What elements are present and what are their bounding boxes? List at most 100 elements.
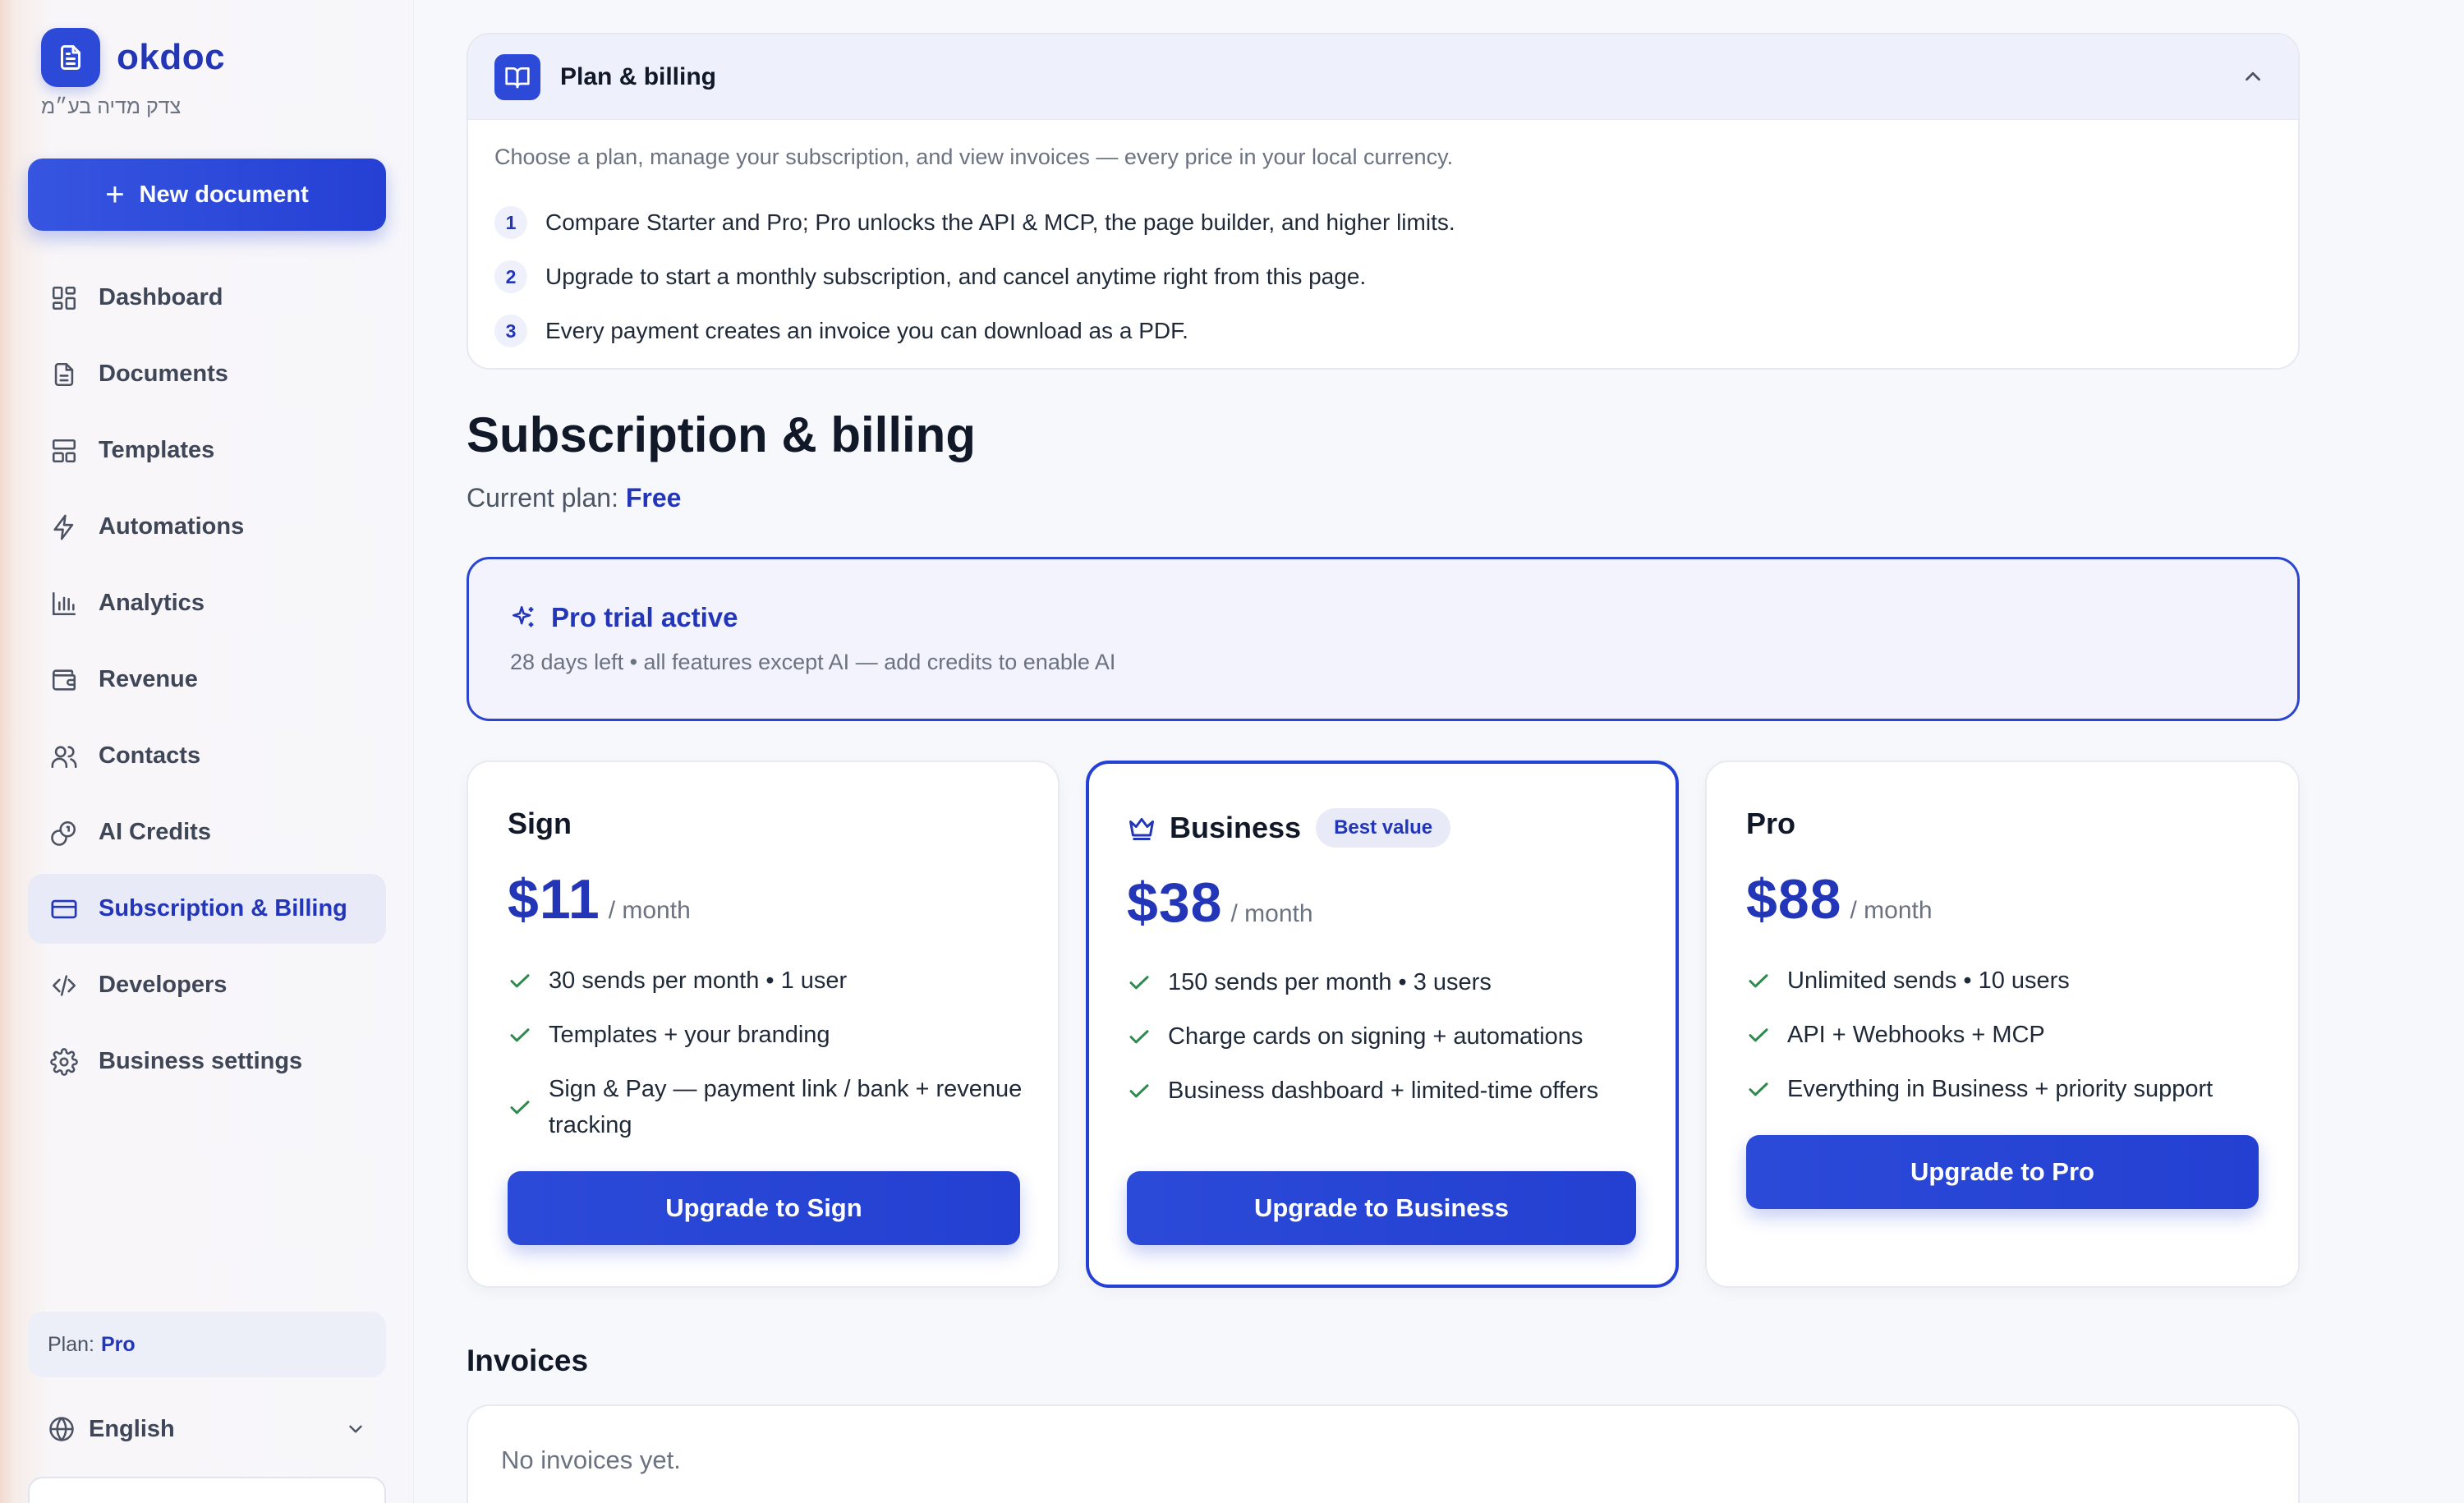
sidebar-bottom-card[interactable] <box>28 1477 386 1503</box>
sidebar-item-label: Documents <box>99 361 228 387</box>
feature-text: Unlimited sends • 10 users <box>1787 968 2070 994</box>
price-period: / month <box>1850 897 1933 924</box>
document-logo-icon <box>41 28 100 87</box>
sidebar-item-contacts[interactable]: Contacts <box>28 721 386 791</box>
check-icon <box>1746 1023 1771 1047</box>
sidebar-item-label: Analytics <box>99 590 205 616</box>
feature-item: Everything in Business + priority suppor… <box>1746 1071 2272 1107</box>
feature-item: 30 sends per month • 1 user <box>508 963 1033 999</box>
sidebar-item-label: Developers <box>99 972 228 998</box>
guide-step: 3 Every payment creates an invoice you c… <box>494 304 1455 358</box>
credit-card-icon <box>48 893 80 926</box>
plus-icon: + <box>105 177 125 213</box>
brand[interactable]: okdoc <box>41 28 225 87</box>
crown-icon <box>1127 813 1156 843</box>
sidebar-item-automations[interactable]: Automations <box>28 492 386 562</box>
check-icon <box>1746 968 1771 993</box>
sparkles-icon <box>510 604 538 632</box>
feature-item: API + Webhooks + MCP <box>1746 1017 2272 1053</box>
new-document-label: New document <box>139 181 309 208</box>
guide-steps: 1 Compare Starter and Pro; Pro unlocks t… <box>494 195 1455 358</box>
templates-icon <box>48 434 80 467</box>
sidebar-item-templates[interactable]: Templates <box>28 416 386 485</box>
guide-title: Plan & billing <box>560 62 717 90</box>
sidebar-item-ai-credits[interactable]: AI Credits <box>28 797 386 867</box>
feature-item: Unlimited sends • 10 users <box>1746 963 2272 999</box>
feature-text: API + Webhooks + MCP <box>1787 1022 2045 1048</box>
plan-indicator[interactable]: Plan: Pro <box>28 1312 386 1377</box>
upgrade-sign-button[interactable]: Upgrade to Sign <box>508 1171 1020 1245</box>
sidebar-item-label: Contacts <box>99 742 201 769</box>
brand-name: okdoc <box>117 37 226 77</box>
page-title: Subscription & billing <box>467 407 976 462</box>
check-icon <box>1127 970 1152 995</box>
sidebar-item-subscription-billing[interactable]: Subscription & Billing <box>28 874 386 944</box>
price-amount: $88 <box>1746 868 1842 931</box>
plan-price: $38 / month <box>1127 871 1313 935</box>
wallet-icon <box>48 664 80 696</box>
step-number: 2 <box>494 260 527 293</box>
feature-item: Sign & Pay — payment link / bank + reven… <box>508 1071 1033 1143</box>
feature-item: Business dashboard + limited-time offers <box>1127 1073 1653 1109</box>
check-icon <box>508 968 532 993</box>
feature-text: Charge cards on signing + automations <box>1168 1023 1584 1050</box>
sidebar-item-dashboard[interactable]: Dashboard <box>28 263 386 333</box>
trial-banner: Pro trial active 28 days left • all feat… <box>467 557 2300 721</box>
trial-title: Pro trial active <box>510 602 738 633</box>
plan-billing-guide: Plan & billing Choose a plan, manage you… <box>467 33 2300 370</box>
main-content: Plan & billing Choose a plan, manage you… <box>467 0 2300 1503</box>
language-label: English <box>89 1415 175 1442</box>
plan-name: Sign <box>508 807 572 840</box>
sidebar-item-analytics[interactable]: Analytics <box>28 568 386 638</box>
sidebar-item-label: Dashboard <box>99 284 223 310</box>
check-icon <box>508 1095 532 1119</box>
feature-text: Sign & Pay — payment link / bank + reven… <box>549 1076 1023 1138</box>
guide-intro: Choose a plan, manage your subscription,… <box>494 145 1454 169</box>
plan-price: $88 / month <box>1746 867 1933 931</box>
coins-icon <box>48 816 80 849</box>
document-icon <box>48 358 80 391</box>
feature-text: Business dashboard + limited-time offers <box>1168 1078 1599 1104</box>
plan-price: $11 / month <box>508 867 691 931</box>
plan-label: Plan: <box>48 1332 94 1356</box>
sidebar-item-developers[interactable]: Developers <box>28 950 386 1020</box>
plan-value: Pro <box>100 1332 136 1356</box>
current-plan-value: Free <box>625 483 682 512</box>
feature-item: Charge cards on signing + automations <box>1127 1018 1653 1055</box>
feature-item: 150 sends per month • 3 users <box>1127 964 1653 1000</box>
new-document-button[interactable]: + New document <box>28 159 386 231</box>
current-plan-label: Current plan: <box>467 483 618 512</box>
plan-features: 150 sends per month • 3 users Charge car… <box>1127 964 1653 1127</box>
upgrade-business-button[interactable]: Upgrade to Business <box>1127 1171 1636 1245</box>
sidebar-item-label: Subscription & Billing <box>99 895 347 922</box>
sidebar-item-label: Business settings <box>99 1048 303 1074</box>
check-icon <box>1746 1077 1771 1101</box>
sidebar-item-revenue[interactable]: Revenue <box>28 645 386 715</box>
guide-header[interactable]: Plan & billing <box>468 34 2298 120</box>
sidebar-item-documents[interactable]: Documents <box>28 339 386 409</box>
step-text: Compare Starter and Pro; Pro unlocks the… <box>545 209 1455 235</box>
code-icon <box>48 969 80 1002</box>
invoices-empty-state: No invoices yet. <box>501 1446 681 1474</box>
price-period: / month <box>1230 900 1313 927</box>
sidebar-item-business-settings[interactable]: Business settings <box>28 1027 386 1096</box>
sidebar: okdoc צדק מדיה בע״מ + New document Dashb… <box>0 0 414 1503</box>
business-name: צדק מדיה בע״מ <box>41 95 182 118</box>
users-icon <box>48 740 80 773</box>
upgrade-pro-button[interactable]: Upgrade to Pro <box>1746 1135 2259 1209</box>
check-icon <box>1127 1078 1152 1103</box>
check-icon <box>508 1023 532 1047</box>
step-number: 3 <box>494 315 527 347</box>
invoices-title: Invoices <box>467 1344 589 1377</box>
sidebar-nav: Dashboard Documents Templates Automation… <box>28 263 386 1103</box>
bar-chart-icon <box>48 587 80 620</box>
chevron-down-icon <box>345 1418 366 1440</box>
language-selector[interactable]: English <box>28 1400 386 1458</box>
feature-text: Templates + your branding <box>549 1022 830 1048</box>
step-text: Every payment creates an invoice you can… <box>545 318 1188 343</box>
book-icon <box>494 53 540 100</box>
sidebar-item-label: Templates <box>99 437 215 463</box>
chevron-up-icon[interactable] <box>2241 64 2265 89</box>
feature-item: Templates + your branding <box>508 1017 1033 1053</box>
sidebar-item-label: Automations <box>99 513 245 540</box>
